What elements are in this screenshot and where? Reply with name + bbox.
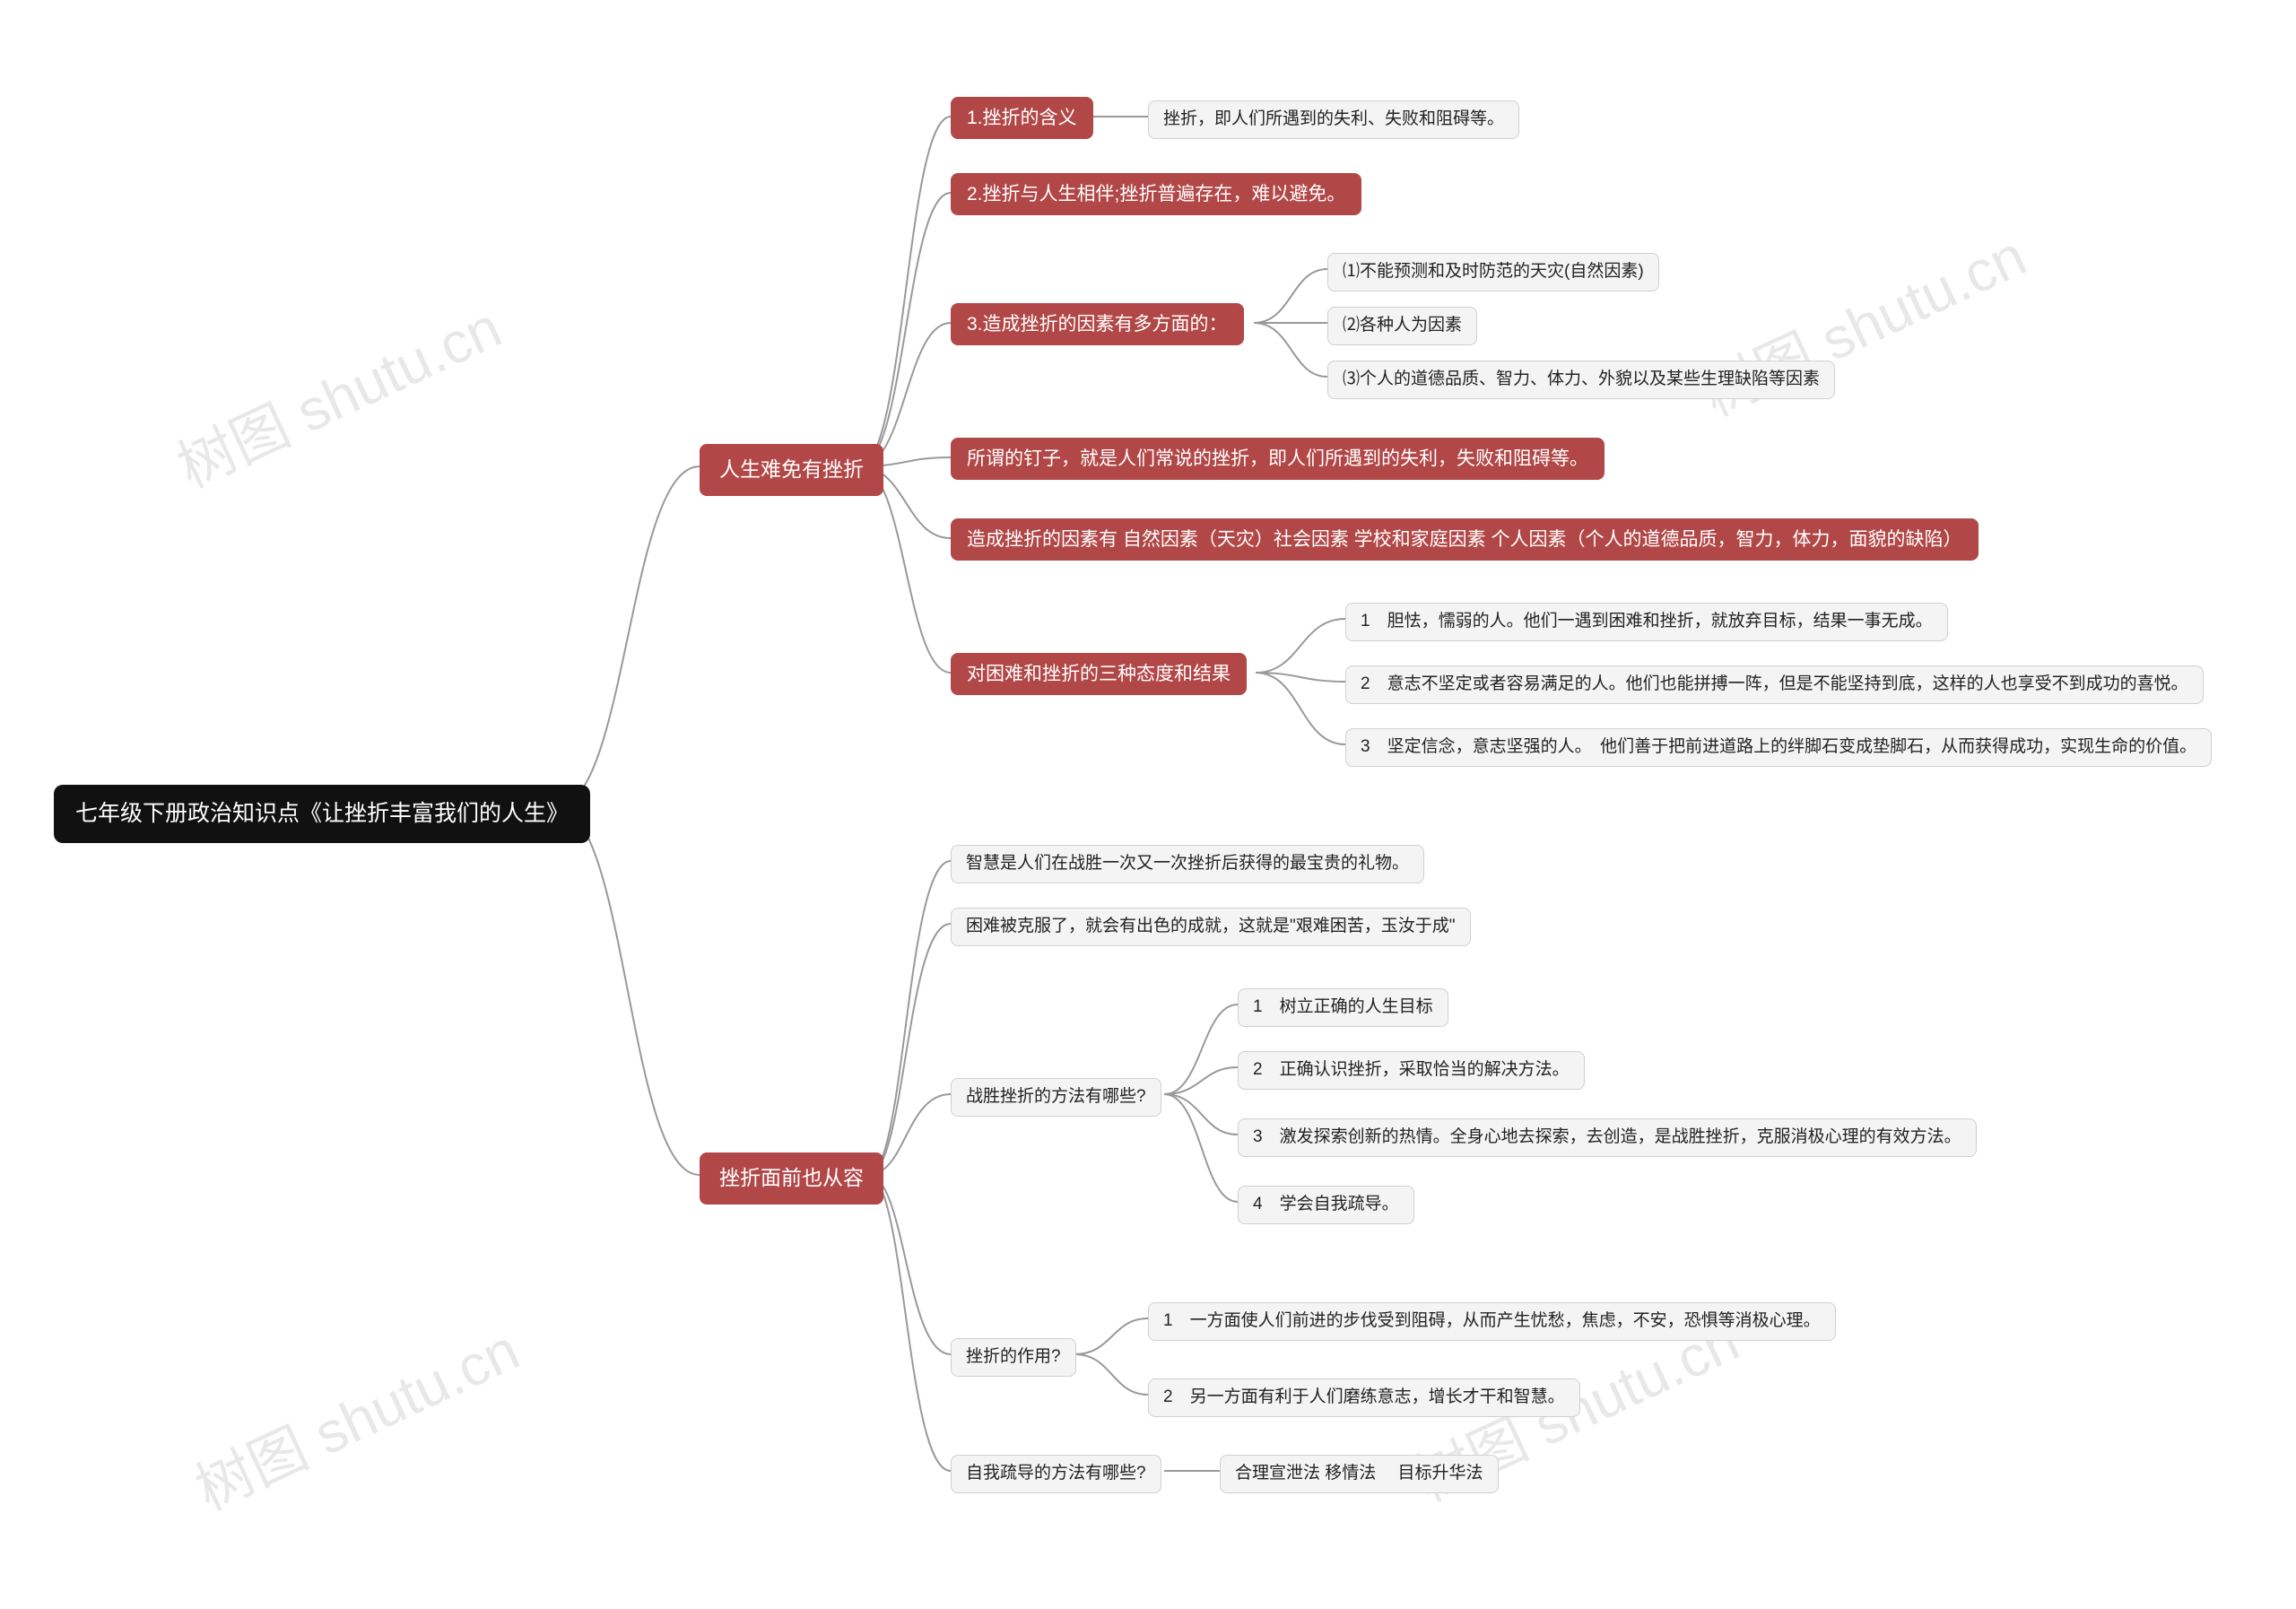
b2-n4[interactable]: 挫折的作用? — [951, 1338, 1076, 1377]
b1-n3-c2[interactable]: ⑵各种人为因素 — [1327, 307, 1477, 345]
watermark: 树图 shutu.cn — [1687, 211, 2037, 432]
b1-n6-c1[interactable]: 1 胆怯，懦弱的人。他们一遇到困难和挫折，就放弃目标，结果一事无成。 — [1345, 603, 1948, 641]
b2-n2[interactable]: 困难被克服了，就会有出色的成就，这就是"艰难困苦，玉汝于成" — [951, 908, 1471, 946]
b1-n1-child[interactable]: 挫折，即人们所遇到的失利、失败和阻碍等。 — [1148, 100, 1519, 139]
b1-n3-c3[interactable]: ⑶个人的道德品质、智力、体力、外貌以及某些生理缺陷等因素 — [1327, 361, 1835, 399]
b2-n5-child[interactable]: 合理宣泄法 移情法 目标升华法 — [1220, 1455, 1499, 1493]
b2-n5[interactable]: 自我疏导的方法有哪些? — [951, 1455, 1161, 1493]
root-node[interactable]: 七年级下册政治知识点《让挫折丰富我们的人生》 — [54, 785, 590, 843]
watermark: 树图 shutu.cn — [162, 283, 512, 504]
b1-n2[interactable]: 2.挫折与人生相伴;挫折普遍存在，难以避免。 — [951, 173, 1361, 215]
mindmap-canvas: 树图 shutu.cn 树图 shutu.cn 树图 shutu.cn 树图 s… — [0, 0, 2296, 1609]
b1-n5[interactable]: 造成挫折的因素有 自然因素（天灾）社会因素 学校和家庭因素 个人因素（个人的道德… — [951, 518, 1979, 561]
watermark: 树图 shutu.cn — [180, 1305, 530, 1526]
b1-n6[interactable]: 对困难和挫折的三种态度和结果 — [951, 653, 1247, 695]
b1-n4[interactable]: 所谓的钉子，就是人们常说的挫折，即人们所遇到的失利，失败和阻碍等。 — [951, 438, 1605, 480]
b2-n3-c4[interactable]: 4 学会自我疏导。 — [1238, 1186, 1414, 1224]
b2-n3[interactable]: 战胜挫折的方法有哪些? — [951, 1078, 1161, 1117]
b1-n6-c3[interactable]: 3 坚定信念，意志坚强的人。 他们善于把前进道路上的绊脚石变成垫脚石，从而获得成… — [1345, 728, 2212, 767]
b2-n4-c1[interactable]: 1 一方面使人们前进的步伐受到阻碍，从而产生忧愁，焦虑，不安，恐惧等消极心理。 — [1148, 1302, 1836, 1341]
branch-1[interactable]: 人生难免有挫折 — [700, 444, 883, 496]
b1-n1[interactable]: 1.挫折的含义 — [951, 97, 1093, 139]
b2-n3-c1[interactable]: 1 树立正确的人生目标 — [1238, 988, 1448, 1027]
b2-n3-c3[interactable]: 3 激发探索创新的热情。全身心地去探索，去创造，是战胜挫折，克服消极心理的有效方… — [1238, 1118, 1977, 1157]
b1-n6-c2[interactable]: 2 意志不坚定或者容易满足的人。他们也能拼搏一阵，但是不能坚持到底，这样的人也享… — [1345, 665, 2204, 704]
b1-n3-c1[interactable]: ⑴不能预测和及时防范的天灾(自然因素) — [1327, 253, 1659, 291]
b2-n4-c2[interactable]: 2 另一方面有利于人们磨练意志，增长才干和智慧。 — [1148, 1379, 1580, 1417]
branch-2[interactable]: 挫折面前也从容 — [700, 1152, 883, 1205]
b2-n1[interactable]: 智慧是人们在战胜一次又一次挫折后获得的最宝贵的礼物。 — [951, 845, 1424, 883]
b1-n3[interactable]: 3.造成挫折的因素有多方面的： — [951, 303, 1244, 345]
b2-n3-c2[interactable]: 2 正确认识挫折，采取恰当的解决方法。 — [1238, 1051, 1585, 1090]
